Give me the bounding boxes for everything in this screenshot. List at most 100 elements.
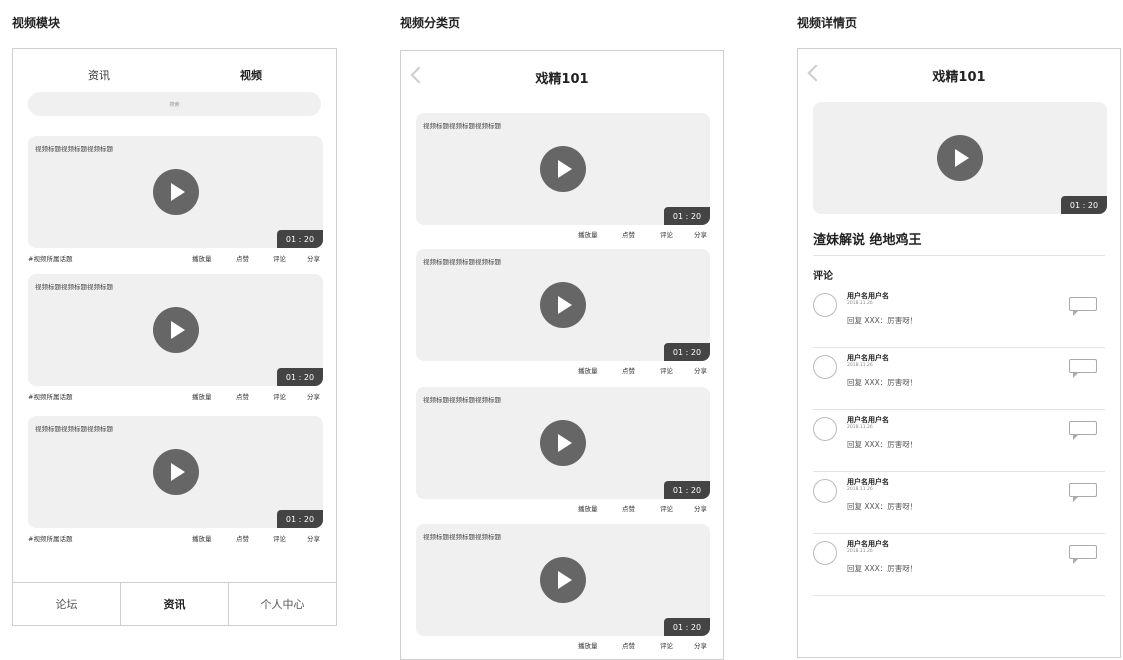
phone-video-category: 戏精101 视频标题视频标题视频标题 01 : 20 播放量 点赞 评论 分享 …: [400, 50, 724, 660]
topic-link[interactable]: #视频所属话题: [28, 533, 72, 543]
play-icon[interactable]: [152, 449, 199, 495]
comment-username[interactable]: 用户名用户名: [847, 539, 889, 549]
video-detail-title: 渣妹解说 绝地鸡王: [813, 233, 922, 248]
reply-bubble-icon[interactable]: [1069, 483, 1097, 502]
like-button[interactable]: 点赞: [622, 365, 635, 375]
comment-text: 回复 XXX：厉害呀！: [847, 502, 918, 511]
like-button[interactable]: 点赞: [622, 229, 635, 239]
share-button[interactable]: 分享: [307, 253, 320, 263]
comment-button[interactable]: 评论: [273, 391, 286, 401]
bottom-nav: 论坛 资讯 个人中心: [13, 582, 336, 625]
share-button[interactable]: 分享: [307, 391, 320, 401]
comment-username[interactable]: 用户名用户名: [847, 477, 889, 487]
play-icon[interactable]: [937, 135, 983, 181]
video-card[interactable]: 视频标题视频标题视频标题 01 : 20: [416, 113, 710, 225]
like-button[interactable]: 点赞: [236, 533, 249, 543]
views-label: 播放量: [192, 393, 212, 401]
avatar[interactable]: [813, 293, 837, 317]
duration-badge: 01 : 20: [664, 481, 710, 499]
share-button[interactable]: 分享: [694, 640, 707, 650]
share-button[interactable]: 分享: [307, 533, 320, 543]
page-title: 戏精101: [535, 72, 589, 87]
share-button[interactable]: 分享: [694, 229, 707, 239]
share-button[interactable]: 分享: [694, 365, 707, 375]
reply-bubble-icon[interactable]: [1069, 359, 1097, 378]
comment-button[interactable]: 评论: [273, 253, 286, 263]
play-icon[interactable]: [540, 146, 586, 192]
comment-date: 2018.11.26: [847, 425, 873, 430]
search-bar[interactable]: 搜索: [28, 92, 321, 116]
video-card[interactable]: 视频标题视频标题视频标题 01 : 20: [28, 416, 323, 528]
play-icon[interactable]: [540, 557, 586, 603]
comment-item: 用户名用户名 2018.11.26 回复 XXX：厉害呀！: [813, 533, 1105, 596]
share-button[interactable]: 分享: [694, 503, 707, 513]
views-label: 播放量: [578, 642, 598, 650]
duration-badge: 01 : 20: [664, 343, 710, 361]
reply-bubble-icon[interactable]: [1069, 297, 1097, 316]
comment-username[interactable]: 用户名用户名: [847, 353, 889, 363]
video-stats: 播放量 点赞 评论 分享: [416, 503, 710, 515]
comment-date: 2018.11.26: [847, 549, 873, 554]
like-button[interactable]: 点赞: [236, 391, 249, 401]
comment-text: 回复 XXX：厉害呀！: [847, 440, 918, 449]
comment-username[interactable]: 用户名用户名: [847, 415, 889, 425]
duration-badge: 01 : 20: [1061, 196, 1107, 214]
video-card[interactable]: 视频标题视频标题视频标题 01 : 20: [416, 387, 710, 499]
comments-header: 评论: [813, 271, 833, 282]
topic-link[interactable]: #视频所属话题: [28, 253, 72, 263]
nav-forum[interactable]: 论坛: [13, 583, 120, 625]
play-icon[interactable]: [152, 307, 199, 353]
avatar[interactable]: [813, 479, 837, 503]
comment-button[interactable]: 评论: [660, 640, 673, 650]
video-stats: 播放量 点赞 评论 分享: [416, 365, 710, 377]
nav-news[interactable]: 资讯: [120, 583, 228, 625]
video-card[interactable]: 视频标题视频标题视频标题 01 : 20: [416, 249, 710, 361]
comment-item: 用户名用户名 2018.11.26 回复 XXX：厉害呀！: [813, 285, 1105, 348]
like-button[interactable]: 点赞: [622, 503, 635, 513]
tab-news[interactable]: 资讯: [88, 67, 110, 83]
video-card[interactable]: 视频标题视频标题视频标题 01 : 20: [416, 524, 710, 636]
avatar[interactable]: [813, 355, 837, 379]
duration-badge: 01 : 20: [277, 368, 323, 386]
video-stats: 播放量 点赞 评论 分享: [416, 229, 710, 241]
comment-text: 回复 XXX：厉害呀！: [847, 316, 918, 325]
tab-video[interactable]: 视频: [240, 67, 262, 83]
views-label: 播放量: [578, 367, 598, 375]
duration-badge: 01 : 20: [277, 230, 323, 248]
comment-text: 回复 XXX：厉害呀！: [847, 564, 918, 573]
page-title: 戏精101: [932, 70, 986, 85]
video-card[interactable]: 视频标题视频标题视频标题 01 : 20: [28, 274, 323, 386]
video-title: 视频标题视频标题视频标题: [423, 533, 501, 541]
video-title: 视频标题视频标题视频标题: [423, 396, 501, 404]
like-button[interactable]: 点赞: [236, 253, 249, 263]
avatar[interactable]: [813, 541, 837, 565]
comment-button[interactable]: 评论: [273, 533, 286, 543]
comment-username[interactable]: 用户名用户名: [847, 291, 889, 301]
comment-date: 2018.11.26: [847, 487, 873, 492]
views-label: 播放量: [578, 231, 598, 239]
video-player[interactable]: 01 : 20: [813, 102, 1107, 214]
duration-badge: 01 : 20: [664, 618, 710, 636]
comment-item: 用户名用户名 2018.11.26 回复 XXX：厉害呀！: [813, 347, 1105, 410]
comment-button[interactable]: 评论: [660, 503, 673, 513]
nav-profile[interactable]: 个人中心: [228, 583, 336, 625]
comment-button[interactable]: 评论: [660, 365, 673, 375]
top-tabs: 资讯 视频: [13, 67, 336, 87]
topic-link[interactable]: #视频所属话题: [28, 391, 72, 401]
video-title: 视频标题视频标题视频标题: [423, 122, 501, 130]
video-stats: #视频所属话题 播放量 点赞 评论 分享: [28, 391, 323, 403]
comment-item: 用户名用户名 2018.11.26 回复 XXX：厉害呀！: [813, 471, 1105, 534]
comment-date: 2018.11.26: [847, 363, 873, 368]
video-card[interactable]: 视频标题视频标题视频标题 01 : 20: [28, 136, 323, 248]
section-title-video-category: 视频分类页: [400, 16, 461, 30]
avatar[interactable]: [813, 417, 837, 441]
views-label: 播放量: [192, 255, 212, 263]
comment-item: 用户名用户名 2018.11.26 回复 XXX：厉害呀！: [813, 409, 1105, 472]
play-icon[interactable]: [540, 420, 586, 466]
comment-button[interactable]: 评论: [660, 229, 673, 239]
play-icon[interactable]: [540, 282, 586, 328]
play-icon[interactable]: [152, 169, 199, 215]
like-button[interactable]: 点赞: [622, 640, 635, 650]
reply-bubble-icon[interactable]: [1069, 545, 1097, 564]
reply-bubble-icon[interactable]: [1069, 421, 1097, 440]
